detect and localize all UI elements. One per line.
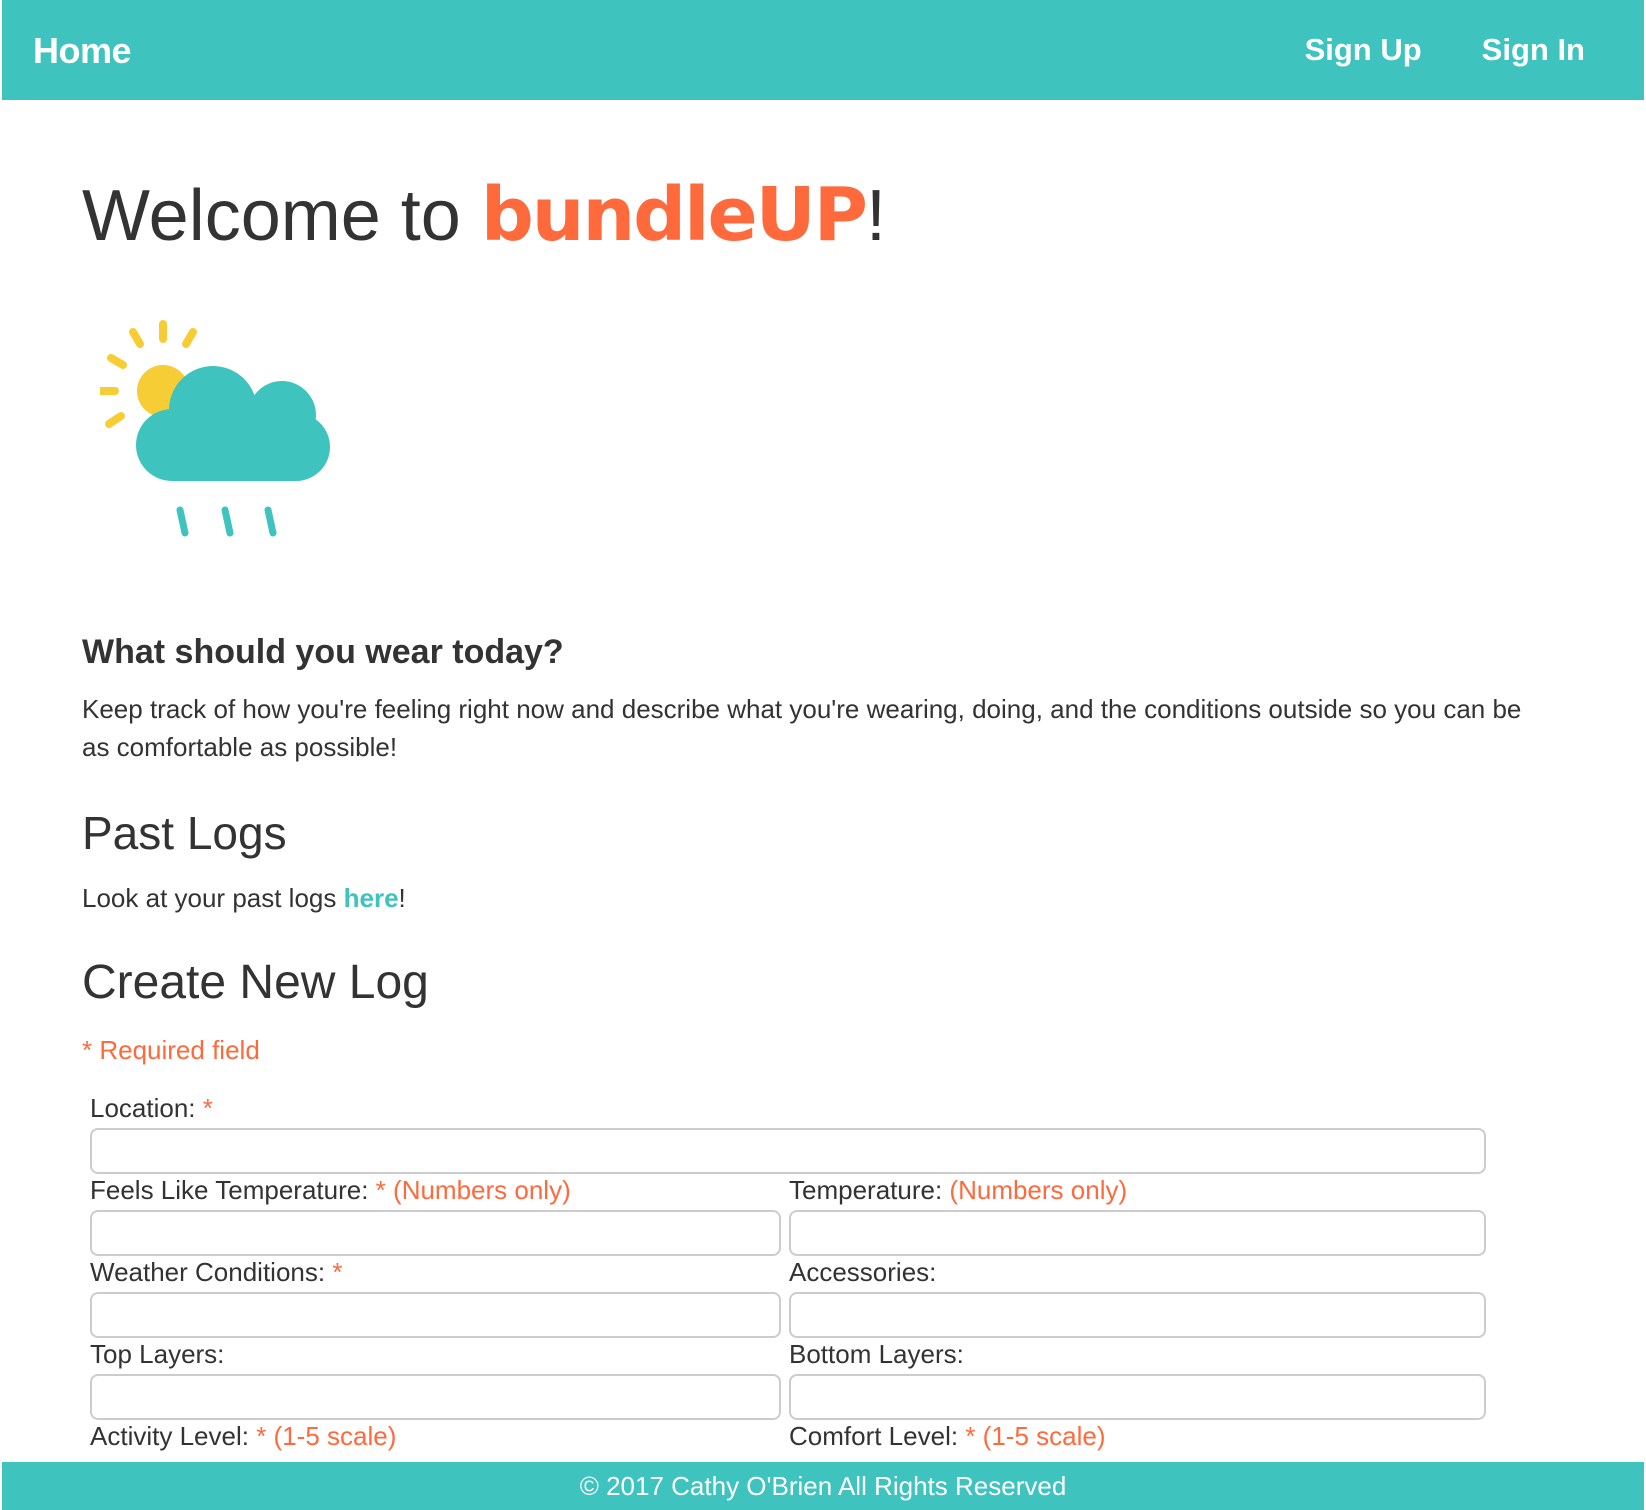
intro-text: Keep track of how you're feeling right n… xyxy=(82,694,1522,762)
required-mark: * xyxy=(332,1257,343,1287)
weather-conditions-label: Weather Conditions: * xyxy=(90,1254,781,1290)
scale-hint: (1-5 scale) xyxy=(982,1421,1106,1451)
welcome-suffix: ! xyxy=(866,176,887,256)
top-layers-input[interactable] xyxy=(90,1374,781,1420)
accessories-input[interactable] xyxy=(789,1292,1486,1338)
scale-hint: (1-5 scale) xyxy=(273,1421,397,1451)
comfort-level-label: Comfort Level: * (1-5 scale) xyxy=(789,1418,1106,1454)
feels-like-label: Feels Like Temperature: * (Numbers only) xyxy=(90,1172,781,1208)
past-logs-suffix: ! xyxy=(398,883,406,913)
footer: © 2017 Cathy O'Brien All Rights Reserved xyxy=(2,1462,1644,1510)
weather-label-text: Weather Conditions: xyxy=(90,1257,326,1287)
feels-like-temperature-input[interactable] xyxy=(90,1210,781,1256)
accessories-label: Accessories: xyxy=(789,1257,937,1287)
location-label: Location: * xyxy=(90,1090,1486,1126)
nav-sign-up-link[interactable]: Sign Up xyxy=(1305,32,1422,68)
bottom-layers-field-group: Bottom Layers: xyxy=(789,1336,1486,1420)
past-logs-title: Past Logs xyxy=(82,807,287,859)
nav-sign-in-link[interactable]: Sign In xyxy=(1482,32,1585,68)
location-field-group: Location: * xyxy=(90,1090,1486,1174)
required-mark: * xyxy=(202,1093,213,1123)
required-mark: * xyxy=(256,1421,267,1451)
temperature-label: Temperature: (Numbers only) xyxy=(789,1172,1486,1208)
welcome-prefix: Welcome to xyxy=(82,176,481,256)
top-layers-label: Top Layers: xyxy=(90,1339,225,1369)
weather-conditions-input[interactable] xyxy=(90,1292,781,1338)
temperature-label-text: Temperature: xyxy=(789,1175,943,1205)
page: Home Sign Up Sign In Welcome to bundleUP… xyxy=(2,0,1644,1510)
nav-home-link[interactable]: Home xyxy=(33,30,132,72)
temperature-input[interactable] xyxy=(789,1210,1486,1256)
bottom-layers-input[interactable] xyxy=(789,1374,1486,1420)
nav-right-links: Sign Up Sign In xyxy=(1305,32,1585,68)
numbers-only-hint: (Numbers only) xyxy=(949,1175,1128,1205)
numbers-only-hint: (Numbers only) xyxy=(393,1175,571,1205)
partly-sunny-rain-icon xyxy=(100,320,330,537)
required-mark: * xyxy=(375,1175,386,1205)
feels-like-label-text: Feels Like Temperature: xyxy=(90,1175,369,1205)
create-log-title: Create New Log xyxy=(82,956,429,1009)
past-logs-link[interactable]: here xyxy=(344,883,399,913)
temperature-field-group: Temperature: (Numbers only) xyxy=(789,1172,1486,1256)
required-field-note: * Required field xyxy=(82,1035,260,1065)
comfort-level-field-group: Comfort Level: * (1-5 scale) xyxy=(789,1418,1106,1454)
brand-logo-text: bundleUP xyxy=(480,172,868,258)
past-logs-text: Look at your past logs here! xyxy=(82,883,406,914)
activity-level-label: Activity Level: * (1-5 scale) xyxy=(90,1418,396,1454)
top-layers-field-group: Top Layers: xyxy=(90,1336,781,1420)
navbar: Home Sign Up Sign In xyxy=(2,0,1644,100)
activity-label-text: Activity Level: xyxy=(90,1421,249,1451)
weather-field-group: Weather Conditions: * xyxy=(90,1254,781,1338)
accessories-field-group: Accessories: xyxy=(789,1254,1486,1338)
past-logs-prefix: Look at your past logs xyxy=(82,883,344,913)
intro-heading: What should you wear today? xyxy=(82,633,564,671)
bottom-layers-label: Bottom Layers: xyxy=(789,1339,964,1369)
location-input[interactable] xyxy=(90,1128,1486,1174)
activity-level-field-group: Activity Level: * (1-5 scale) xyxy=(90,1418,396,1454)
comfort-label-text: Comfort Level: xyxy=(789,1421,959,1451)
feels-like-field-group: Feels Like Temperature: * (Numbers only) xyxy=(90,1172,781,1256)
location-label-text: Location: xyxy=(90,1093,196,1123)
required-mark: * xyxy=(965,1421,976,1451)
page-title: Welcome to bundleUP! xyxy=(82,178,886,252)
